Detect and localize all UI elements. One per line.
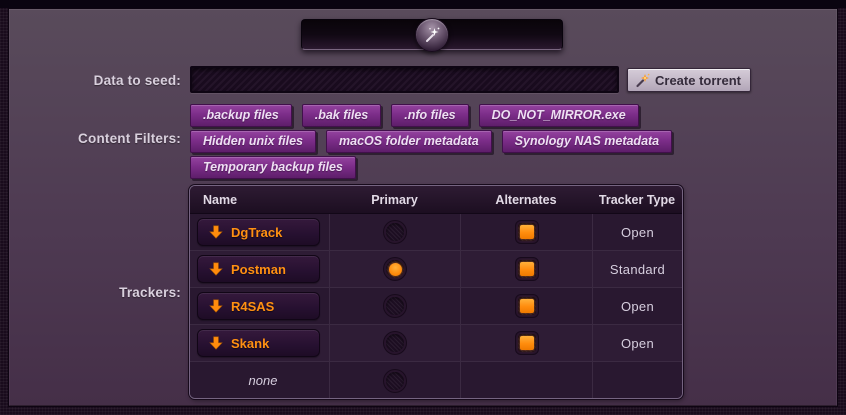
tracker-name-cell: DgTrack: [190, 214, 329, 250]
create-torrent-label: Create torrent: [655, 73, 741, 88]
trackers-table-header: Name Primary Alternates Tracker Type: [190, 186, 682, 214]
tracker-row: Postman Standard: [190, 251, 682, 288]
filter-chip[interactable]: Temporary backup files: [190, 156, 356, 179]
primary-cell: [329, 325, 460, 361]
alternates-checkbox-skank[interactable]: [516, 332, 538, 354]
primary-radio-skank[interactable]: [384, 332, 406, 354]
alternates-checkbox-postman[interactable]: [516, 258, 538, 280]
tracker-name-cell: none: [190, 362, 329, 399]
tracker-name-cell: Postman: [190, 251, 329, 287]
alternates-cell: [460, 251, 592, 287]
tracker-name-label: Skank: [231, 336, 269, 351]
tracker-type-cell: [592, 362, 682, 399]
alternates-cell: [460, 362, 592, 399]
filter-chip[interactable]: Synology NAS metadata: [502, 130, 672, 153]
main-panel: Data to seed: Create torrent Content Fil…: [8, 8, 838, 407]
filter-chip[interactable]: .nfo files: [391, 104, 468, 127]
column-header-tracker-type: Tracker Type: [592, 193, 682, 207]
primary-cell: [329, 214, 460, 250]
column-header-name: Name: [190, 193, 329, 207]
download-icon: [209, 262, 223, 276]
trackers-label: Trackers:: [9, 285, 181, 300]
tracker-row: DgTrack Open: [190, 214, 682, 251]
download-icon: [209, 299, 223, 313]
alternates-checkbox-r4sas[interactable]: [516, 295, 538, 317]
tracker-type-cell: Standard: [592, 251, 682, 287]
filter-chip[interactable]: DO_NOT_MIRROR.exe: [479, 104, 639, 127]
primary-cell: [329, 362, 460, 399]
tracker-type-cell: Open: [592, 288, 682, 324]
tracker-button-r4sas[interactable]: R4SAS: [197, 292, 320, 320]
magic-wand-icon: [423, 26, 441, 44]
tracker-type-label: Standard: [610, 262, 665, 277]
primary-cell: [329, 288, 460, 324]
content-filters-list: .backup files .bak files .nfo files DO_NOT_…: [190, 104, 672, 179]
window-top-edge: [0, 0, 846, 8]
alternates-checkbox-dgtrack[interactable]: [516, 221, 538, 243]
tracker-row: R4SAS Open: [190, 288, 682, 325]
filter-chip[interactable]: .backup files: [190, 104, 292, 127]
tracker-name-cell: R4SAS: [190, 288, 329, 324]
filter-chip-row: Temporary backup files: [190, 156, 672, 179]
tracker-button-dgtrack[interactable]: DgTrack: [197, 218, 320, 246]
primary-radio-dgtrack[interactable]: [384, 221, 406, 243]
tracker-button-skank[interactable]: Skank: [197, 329, 320, 357]
data-to-seed-label: Data to seed:: [9, 73, 181, 88]
top-toolbar: [301, 19, 563, 50]
column-header-alternates: Alternates: [460, 193, 592, 207]
tracker-type-label: Open: [621, 299, 654, 314]
tracker-type-label: Open: [621, 336, 654, 351]
filter-chip[interactable]: Hidden unix files: [190, 130, 316, 153]
tracker-type-cell: Open: [592, 325, 682, 361]
primary-radio-r4sas[interactable]: [384, 295, 406, 317]
alternates-cell: [460, 214, 592, 250]
alternates-cell: [460, 325, 592, 361]
wand-button[interactable]: [415, 18, 449, 52]
tracker-row: none: [190, 362, 682, 399]
tracker-name-cell: Skank: [190, 325, 329, 361]
primary-cell: [329, 251, 460, 287]
tracker-name-label: Postman: [231, 262, 286, 277]
create-torrent-button[interactable]: Create torrent: [627, 68, 751, 92]
tracker-name-label: R4SAS: [231, 299, 274, 314]
tracker-row: Skank Open: [190, 325, 682, 362]
data-to-seed-input[interactable]: [190, 66, 619, 93]
primary-radio-none[interactable]: [384, 370, 406, 392]
trackers-table: Name Primary Alternates Tracker Type DgT…: [189, 185, 683, 399]
filter-chip-row: Hidden unix files macOS folder metadata Sy…: [190, 130, 672, 153]
tracker-name-label: DgTrack: [231, 225, 282, 240]
filter-chip[interactable]: macOS folder metadata: [326, 130, 492, 153]
alternates-cell: [460, 288, 592, 324]
download-icon: [209, 225, 223, 239]
filter-chip[interactable]: .bak files: [302, 104, 382, 127]
download-icon: [209, 336, 223, 350]
filter-chip-row: .backup files .bak files .nfo files DO_NOT_…: [190, 104, 672, 127]
tracker-type-cell: Open: [592, 214, 682, 250]
tracker-button-postman[interactable]: Postman: [197, 255, 320, 283]
tracker-type-label: Open: [621, 225, 654, 240]
magic-wand-icon: [635, 73, 650, 88]
content-filters-label: Content Filters:: [9, 131, 181, 146]
trackers-table-body: DgTrackOpenPostmanStandardR4SASOpenSkank…: [190, 214, 682, 399]
primary-radio-postman[interactable]: [384, 258, 406, 280]
tracker-none-label: none: [197, 373, 329, 388]
column-header-primary: Primary: [329, 193, 460, 207]
